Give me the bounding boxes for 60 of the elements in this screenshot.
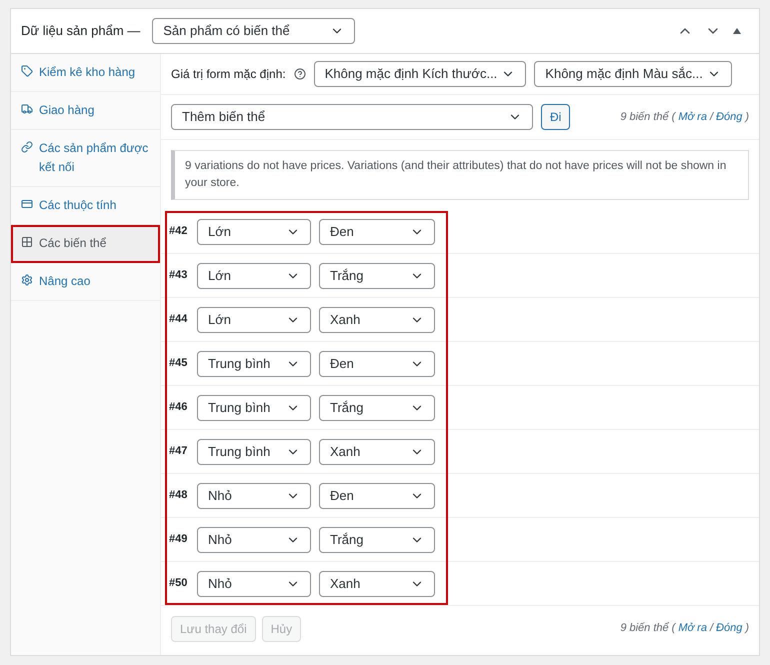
variation-id: #45	[169, 356, 188, 372]
paren: )	[745, 621, 749, 636]
variation-id: #42	[169, 224, 188, 240]
separator: /	[710, 110, 714, 125]
variation-id: #44	[169, 312, 188, 328]
variation-id: #50	[169, 576, 188, 592]
product-type-select[interactable]: Sản phẩm có biến thể	[152, 18, 356, 44]
variation-id: #43	[169, 268, 188, 284]
sidebar-item[interactable]: Các sản phẩm được kết nối	[11, 130, 160, 187]
colour-attribute-select[interactable]: Xanh	[319, 570, 435, 596]
sidebar-item[interactable]: Kiểm kê kho hàng	[11, 54, 160, 92]
expand-link[interactable]: Mở ra	[678, 620, 707, 637]
separator: /	[710, 621, 714, 636]
paren: (	[672, 110, 676, 125]
sidebar-item[interactable]: Giao hàng	[11, 92, 160, 130]
colour-attribute-select[interactable]: Xanh	[319, 438, 435, 464]
panel-title: Dữ liệu sản phẩm —	[21, 22, 140, 40]
collapse-triangle-icon[interactable]	[733, 28, 741, 34]
bulk-action-select[interactable]: Thêm biến thể	[171, 104, 533, 130]
go-button[interactable]: Đi	[541, 104, 570, 130]
variation-id: #47	[169, 444, 188, 460]
colour-attribute-select[interactable]: Đen	[319, 350, 435, 376]
default-attribute-select[interactable]: Không mặc định Kích thước...	[314, 61, 526, 87]
colour-attribute-select[interactable]: Trắng	[319, 262, 435, 288]
variation-count: 9 biến thể	[620, 110, 669, 125]
size-select[interactable]: Trung bình	[197, 350, 311, 376]
variation-id: #49	[169, 532, 188, 548]
truck-icon	[21, 103, 33, 115]
collapse-link[interactable]: Đóng	[716, 620, 742, 637]
sidebar-item[interactable]: Các biến thể	[11, 225, 160, 263]
colour-attribute-select[interactable]: Đen	[319, 218, 435, 244]
colour-attribute-select[interactable]: Đen	[319, 482, 435, 508]
size-select[interactable]: Lớn	[197, 306, 311, 332]
default-form-label: Giá trị form mặc định:	[171, 66, 286, 83]
paren: (	[672, 621, 676, 636]
colour-attribute-select[interactable]: Trắng	[319, 526, 435, 552]
colour-attribute-select[interactable]: Xanh	[319, 306, 435, 332]
gear-icon	[21, 274, 33, 286]
expand-link[interactable]: Mở ra	[678, 108, 707, 126]
sidebar-item[interactable]: Nâng cao	[11, 263, 160, 301]
size-select[interactable]: Nhỏ	[197, 570, 311, 596]
grid-icon	[21, 236, 33, 248]
size-select[interactable]: Lớn	[197, 218, 311, 244]
size-select[interactable]: Trung bình	[197, 438, 311, 464]
card-icon	[21, 198, 33, 210]
help-icon[interactable]	[294, 68, 306, 80]
size-select[interactable]: Trung bình	[197, 394, 311, 420]
paren: )	[745, 110, 749, 125]
variation-id: #48	[169, 488, 188, 504]
colour-attribute-select[interactable]: Trắng	[319, 394, 435, 420]
price-notice: 9 variations do not have prices. Variations (and their attributes) that do not have prices will not be shown in your store.	[171, 150, 749, 200]
size-select[interactable]: Nhỏ	[197, 482, 311, 508]
size-select[interactable]: Nhỏ	[197, 526, 311, 552]
default-attribute-select[interactable]: Không mặc định Màu sắc...	[534, 61, 732, 87]
tag-icon	[21, 65, 33, 77]
variation-id: #46	[169, 400, 188, 416]
link-icon	[21, 141, 33, 153]
size-select[interactable]: Lớn	[197, 262, 311, 288]
variation-count: 9 biến thể	[620, 621, 669, 636]
collapse-link[interactable]: Đóng	[716, 108, 742, 126]
